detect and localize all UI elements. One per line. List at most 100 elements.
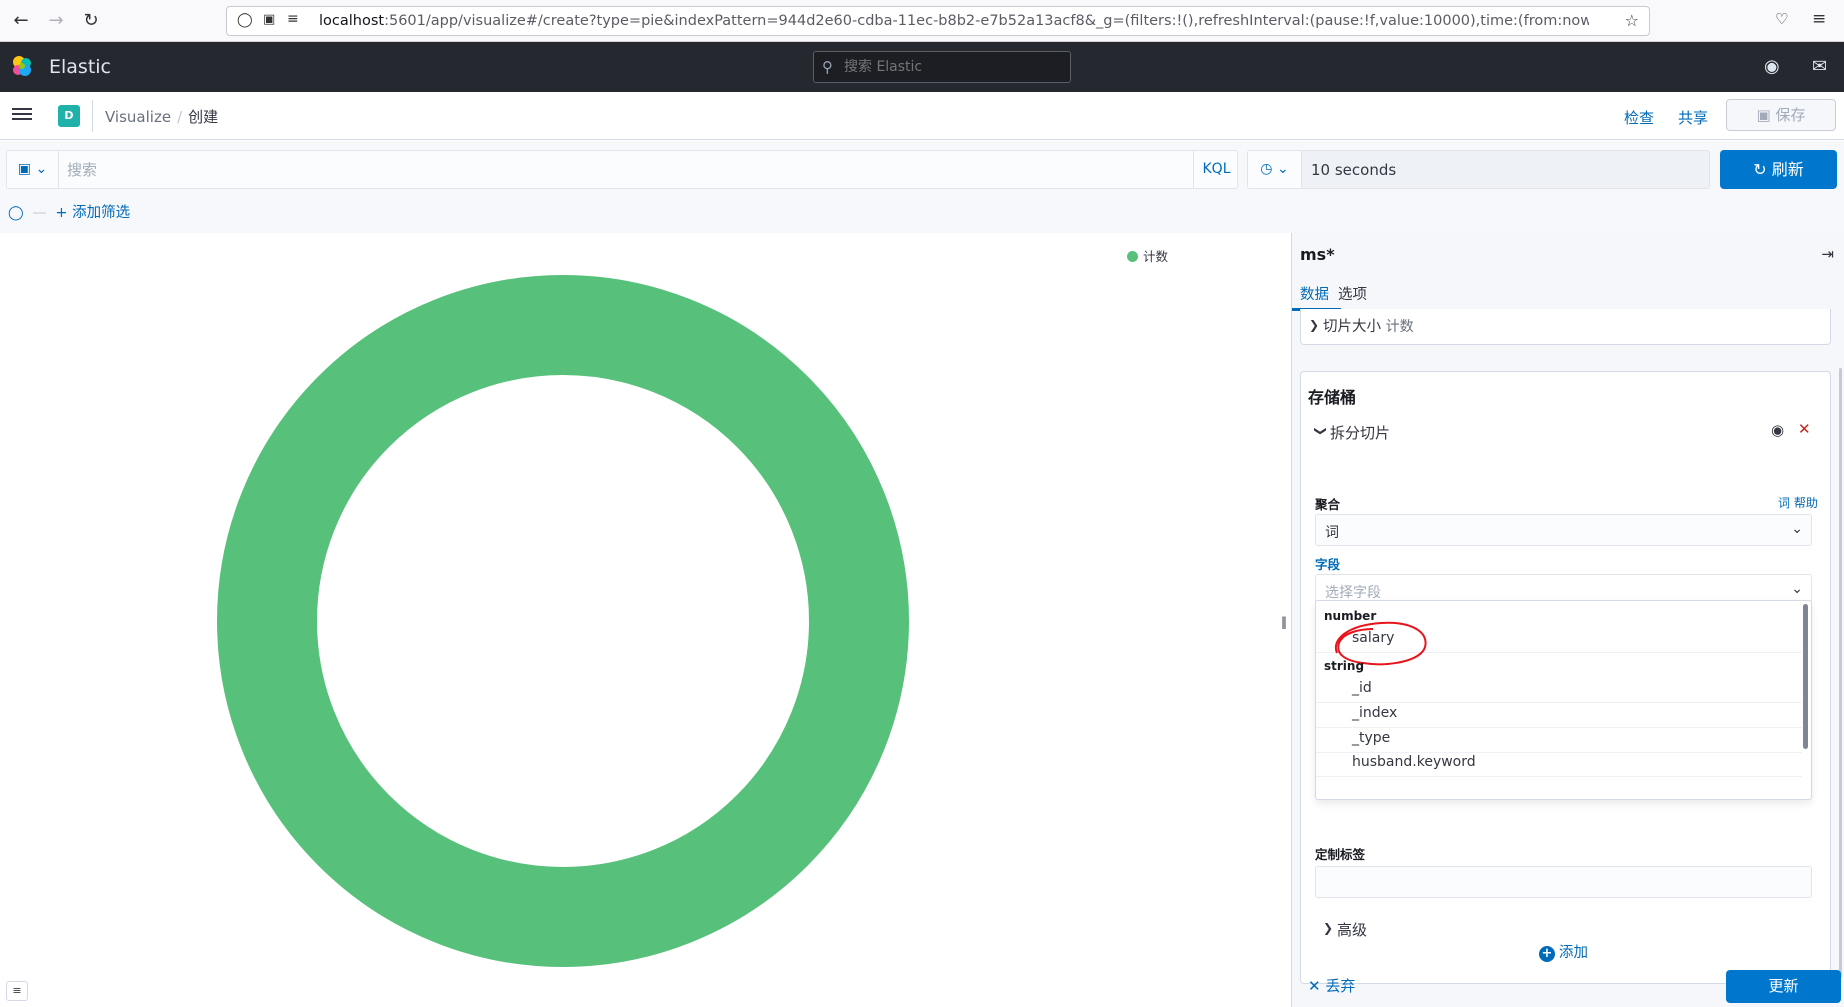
visualization-area: 计数 ‖ ≡ [0,233,1290,1007]
dropdown-group-string: string [1324,659,1365,673]
field-dropdown-list: number salary string _id _index _type hu… [1315,600,1812,800]
index-pattern-title: ms* [1300,245,1335,264]
dropdown-option-index[interactable]: _index [1316,700,1802,728]
forward-arrow-icon[interactable]: → [45,10,67,32]
help-icon[interactable]: ◉ [1764,56,1780,77]
page-icon: ▣ [263,12,276,27]
buckets-title: 存储桶 [1308,388,1357,407]
breadcrumb-separator: / [177,108,183,126]
chart-legend: 计数 [1127,246,1168,265]
search-icon: ⚲ [822,58,833,76]
elastic-logo-icon[interactable] [10,54,34,78]
eye-icon[interactable]: ◉ [1771,421,1784,439]
kibana-header: Elastic ⚲ ◉ ✉ [0,42,1844,92]
url-text: localhost:5601/app/visualize#/create?typ… [319,13,1589,29]
plus-icon: + [1539,946,1555,962]
bookmark-star-icon[interactable]: ☆ [1625,11,1639,30]
editor-sidebar: ms* ⇥ 数据 选项 ❯ 切片大小 计数 存储桶 ❯ 拆分切片 ◉ ✕ 聚合 … [1291,233,1844,1007]
chevron-right-icon[interactable]: ❯ [1309,318,1319,332]
sidebar-scrollbar[interactable] [1839,368,1842,978]
list-icon[interactable]: ≡ [6,981,28,1001]
news-feed-icon[interactable]: ✉ [1812,56,1827,77]
discard-button[interactable]: ✕ 丢弃 [1308,975,1355,996]
update-button[interactable]: 更新 [1726,970,1841,1003]
aggregation-label: 聚合 [1315,497,1341,512]
option-label: husband.keyword [1352,754,1476,770]
save-icon: ▣ [1756,106,1771,124]
kql-toggle-button[interactable]: KQL [1193,151,1239,188]
dropdown-option-husband-keyword[interactable]: husband.keyword [1316,749,1802,777]
legend-swatch [1127,251,1138,262]
save-button[interactable]: ▣ 保存 [1726,99,1836,131]
add-filter-link[interactable]: + 添加筛选 [55,205,130,221]
refresh-icon: ↻ [1753,160,1767,179]
option-label: _index [1352,705,1398,721]
space-avatar[interactable]: D [58,105,80,127]
remove-bucket-icon[interactable]: ✕ [1798,420,1811,438]
hamburger-menu-icon[interactable] [12,105,32,125]
buckets-card: 存储桶 ❯ 拆分切片 ◉ ✕ 聚合 词 帮助 词 ⌄ 字段 选择字段 ⌄ num… [1300,371,1831,984]
back-arrow-icon[interactable]: ← [10,10,32,32]
chevron-down-icon: ⌄ [1791,581,1803,597]
chevron-down-icon: ⌄ [35,161,48,177]
legend-item[interactable]: 计数 [1143,249,1168,264]
query-bar: ▣ ⌄ KQL ◷ ⌄ 10 seconds ↻ 刷新 ◯ — + 添加筛选 [0,141,1844,233]
metric-type: 计数 [1385,319,1414,335]
dropdown-option-id[interactable]: _id [1316,675,1802,703]
chevron-down-icon[interactable]: ❯ [1314,426,1328,436]
filter-icon[interactable]: ◯ [8,205,24,221]
tab-data[interactable]: 数据 [1300,283,1329,304]
breadcrumb-visualize[interactable]: Visualize [105,108,171,126]
divider [92,100,93,132]
global-search-input[interactable] [844,57,1064,77]
shield-icon: ◯ [237,12,253,28]
global-search[interactable]: ⚲ [813,51,1071,83]
share-link[interactable]: 共享 [1678,107,1708,128]
aggregation-select[interactable]: 词 ⌄ [1315,514,1812,546]
calendar-clock-icon[interactable]: ◷ ⌄ [1248,151,1302,188]
tab-options[interactable]: 选项 [1338,283,1367,304]
advanced-label: 高级 [1337,921,1368,939]
inspect-link[interactable]: 检查 [1624,107,1654,128]
address-bar[interactable]: ◯ ▣ ≡ localhost:5601/app/visualize#/crea… [226,6,1650,36]
add-bucket-button[interactable]: + 添加 [1539,941,1588,962]
update-label: 更新 [1768,977,1799,995]
option-label: _id [1352,680,1372,696]
app-toolbar: D Visualize / 创建 检查 共享 ▣ 保存 [0,92,1844,140]
metric-title: 切片大小 计数 [1323,315,1414,336]
reload-icon[interactable]: ↻ [80,10,102,32]
chevron-right-icon: ❯ [1323,921,1334,935]
pocket-icon[interactable]: ♡ [1775,10,1788,28]
custom-label-input[interactable] [1315,866,1812,898]
query-input-wrapper: ▣ ⌄ KQL [6,150,1238,189]
field-label: 字段 [1315,557,1341,572]
pie-chart [217,275,909,967]
filter-row: ◯ — + 添加筛选 [8,201,130,222]
query-search-input[interactable] [67,160,1167,180]
saved-query-button[interactable]: ▣ ⌄ [7,151,59,188]
dropdown-scrollbar[interactable] [1803,604,1808,749]
panel-resize-handle[interactable]: ‖ [1281,615,1287,629]
save-label: 保存 [1775,106,1806,124]
discard-label: 丢弃 [1325,977,1356,995]
chevron-down-icon: ⌄ [1791,521,1803,537]
aggregation-help-link[interactable]: 词 帮助 [1778,494,1818,511]
browser-menu-icon[interactable]: ≡ [1812,9,1826,29]
refresh-button[interactable]: ↻ 刷新 [1720,150,1837,189]
brand-name[interactable]: Elastic [49,56,111,78]
metric-card[interactable]: ❯ 切片大小 计数 [1300,309,1831,345]
breadcrumb: Visualize / 创建 [105,106,218,127]
split-slices-title[interactable]: 拆分切片 [1330,422,1390,443]
close-icon: ✕ [1308,977,1321,995]
filter-separator: — [32,205,47,221]
permissions-icon: ≡ [287,11,299,27]
collapse-sidebar-icon[interactable]: ⇥ [1821,245,1834,263]
saved-query-icon: ▣ [17,161,32,177]
metric-name: 切片大小 [1323,319,1381,335]
breadcrumb-create: 创建 [188,108,219,126]
field-placeholder: 选择字段 [1325,585,1381,601]
refresh-interval-value[interactable]: 10 seconds [1311,161,1396,179]
date-picker[interactable]: ◷ ⌄ 10 seconds [1247,150,1710,189]
pie-slice[interactable] [217,275,909,967]
custom-label-title: 定制标签 [1315,847,1366,862]
